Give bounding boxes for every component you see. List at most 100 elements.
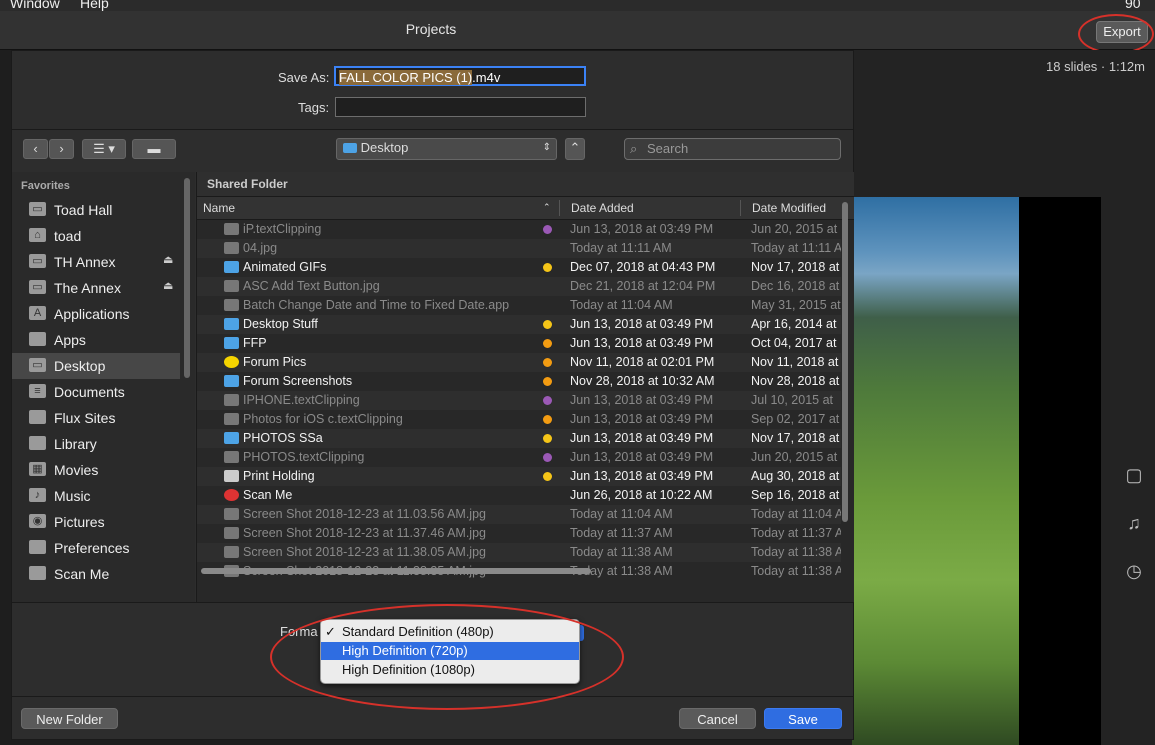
- sidebar-item-label: toad: [54, 228, 82, 244]
- file-date-added: Jun 13, 2018 at 03:49 PM: [570, 431, 714, 445]
- color-tag-dot: [543, 339, 552, 348]
- file-icon: [224, 546, 239, 558]
- file-name: PHOTOS.textClipping: [243, 450, 365, 464]
- sidebar-item-toad-hall[interactable]: ▭ Toad Hall: [12, 197, 180, 223]
- column-name[interactable]: Name: [203, 201, 235, 215]
- sidebar-item-scan-me[interactable]: Scan Me: [12, 561, 180, 587]
- sidebar-item-label: Scan Me: [54, 566, 110, 582]
- new-folder-button[interactable]: New Folder: [21, 708, 118, 729]
- file-date-added: Nov 11, 2018 at 02:01 PM: [570, 355, 715, 369]
- file-row[interactable]: Animated GIFs Dec 07, 2018 at 04:43 PM Nov…: [197, 258, 841, 277]
- sidebar-item-label: Library: [54, 436, 97, 452]
- file-name: 04.jpg: [243, 241, 278, 255]
- folder-icon: [224, 375, 239, 387]
- checkmark-icon: ✓: [325, 624, 336, 639]
- sidebar-item-movies[interactable]: ▦ Movies: [12, 457, 180, 483]
- file-row[interactable]: FFP Jun 13, 2018 at 03:49 PM Oct 04, 2017 …: [197, 334, 841, 353]
- movies-icon: ▦: [29, 462, 46, 476]
- horizontal-scrollbar[interactable]: [201, 568, 591, 574]
- file-name: IPHONE.textClipping: [243, 393, 360, 407]
- sidebar-item-apps[interactable]: Apps: [12, 327, 180, 353]
- sidebar-item-label: Music: [54, 488, 91, 504]
- sidebar-item-library[interactable]: Library: [12, 431, 180, 457]
- folder-icon: [224, 432, 239, 444]
- music-icon[interactable]: ♫: [1124, 513, 1144, 533]
- file-date-modified: Sep 02, 2017 at: [751, 412, 840, 426]
- preview-letterbox: [1019, 197, 1101, 745]
- sidebar-item-toad[interactable]: ⌂ toad: [12, 223, 180, 249]
- file-date-added: Jun 13, 2018 at 03:49 PM: [570, 412, 714, 426]
- column-date-added[interactable]: Date Added: [571, 201, 634, 215]
- save-button[interactable]: Save: [764, 708, 842, 729]
- sidebar-item-flux-sites[interactable]: Flux Sites: [12, 405, 180, 431]
- color-tag-dot: [543, 415, 552, 424]
- sidebar-item-label: Documents: [54, 384, 125, 400]
- sidebar-item-label: Flux Sites: [54, 410, 116, 426]
- file-date-modified: Today at 11:04 A: [751, 507, 841, 521]
- file-icon: [224, 356, 239, 368]
- tags-label: Tags:: [298, 100, 330, 115]
- file-row[interactable]: Print Holding Jun 13, 2018 at 03:49 PM Aug…: [197, 467, 841, 486]
- export-button[interactable]: Export: [1096, 21, 1148, 43]
- file-row[interactable]: Scan Me Jun 26, 2018 at 10:22 AM Sep 16, 2…: [197, 486, 841, 505]
- file-icon: [224, 394, 239, 406]
- sidebar-item-label: Toad Hall: [54, 202, 113, 218]
- file-browser: Favorites ▭ Toad Hall ⌂ toad ▭ TH Annex ⏏ ▭ The …: [12, 129, 854, 603]
- timer-icon[interactable]: ◷: [1124, 561, 1144, 581]
- sidebar-scrollbar[interactable]: [184, 178, 190, 378]
- sidebar-item-documents[interactable]: ≡ Documents: [12, 379, 180, 405]
- menu-help[interactable]: Help: [80, 0, 109, 11]
- column-date-modified[interactable]: Date Modified: [752, 201, 826, 215]
- sidebar-item-music[interactable]: ♪ Music: [12, 483, 180, 509]
- sidebar-item-th-annex[interactable]: ▭ TH Annex ⏏: [12, 249, 180, 275]
- eject-icon[interactable]: ⏏: [163, 279, 173, 292]
- slides-icon[interactable]: ▢: [1124, 465, 1144, 485]
- sidebar-item-desktop[interactable]: ▭ Desktop: [12, 353, 180, 379]
- file-row: Screen Shot 2018-12-23 at 11.38.05 AM.jp…: [197, 543, 841, 562]
- file-date-modified: Dec 16, 2018 at: [751, 279, 840, 293]
- sidebar-item-label: Preferences: [54, 540, 130, 556]
- cancel-button[interactable]: Cancel: [679, 708, 756, 729]
- file-icon: [224, 508, 239, 520]
- disk-icon: ▭: [29, 202, 46, 216]
- file-row: iP.textClipping Jun 13, 2018 at 03:49 PM J…: [197, 220, 841, 239]
- file-icon: [224, 299, 239, 311]
- sidebar-item-preferences[interactable]: Preferences: [12, 535, 180, 561]
- file-name: Forum Screenshots: [243, 374, 353, 388]
- file-row[interactable]: Forum Screenshots Nov 28, 2018 at 10:32 A…: [197, 372, 841, 391]
- sidebar-item-label: Movies: [54, 462, 99, 478]
- format-option[interactable]: High Definition (1080p): [321, 661, 579, 679]
- save-as-extension: .m4v: [472, 70, 501, 85]
- save-as-field[interactable]: FALL COLOR PICS (1).m4v: [334, 66, 586, 86]
- file-date-added: Jun 13, 2018 at 03:49 PM: [570, 317, 714, 331]
- favorites-heading: Favorites: [21, 180, 70, 192]
- disk-icon: ▭: [29, 254, 46, 268]
- tags-field[interactable]: [335, 97, 586, 117]
- file-date-modified: Oct 04, 2017 at: [751, 336, 837, 350]
- file-date-added: Nov 28, 2018 at 10:32 AM: [570, 374, 715, 388]
- sort-chevron-icon[interactable]: ⌃: [543, 202, 551, 213]
- menu-window[interactable]: Window: [10, 0, 60, 11]
- file-date-modified: Today at 11:37 A: [751, 526, 841, 540]
- music-icon: ♪: [29, 488, 46, 502]
- color-tag-dot: [543, 453, 552, 462]
- sidebar-item-applications[interactable]: A Applications: [12, 301, 180, 327]
- file-icon: [224, 451, 239, 463]
- file-row[interactable]: Desktop Stuff Jun 13, 2018 at 03:49 PM Apr…: [197, 315, 841, 334]
- file-row[interactable]: PHOTOS SSa Jun 13, 2018 at 03:49 PM Nov 17…: [197, 429, 841, 448]
- shared-folder-label: Shared Folder: [207, 177, 288, 191]
- format-option[interactable]: High Definition (720p): [321, 642, 579, 660]
- folder-icon: [224, 261, 239, 273]
- eject-icon[interactable]: ⏏: [163, 253, 173, 266]
- file-name: FFP: [243, 336, 267, 350]
- format-option[interactable]: ✓ Standard Definition (480p): [321, 623, 579, 641]
- vertical-scrollbar[interactable]: [842, 202, 848, 522]
- file-name: PHOTOS SSa: [243, 431, 323, 445]
- file-date-added: Jun 13, 2018 at 03:49 PM: [570, 469, 714, 483]
- sidebar-item-the-annex[interactable]: ▭ The Annex ⏏: [12, 275, 180, 301]
- applications-icon: A: [29, 306, 46, 320]
- color-tag-dot: [543, 225, 552, 234]
- folder-icon: [29, 332, 46, 346]
- sidebar-item-pictures[interactable]: ◉ Pictures: [12, 509, 180, 535]
- file-row[interactable]: Forum Pics Nov 11, 2018 at 02:01 PM Nov 11…: [197, 353, 841, 372]
